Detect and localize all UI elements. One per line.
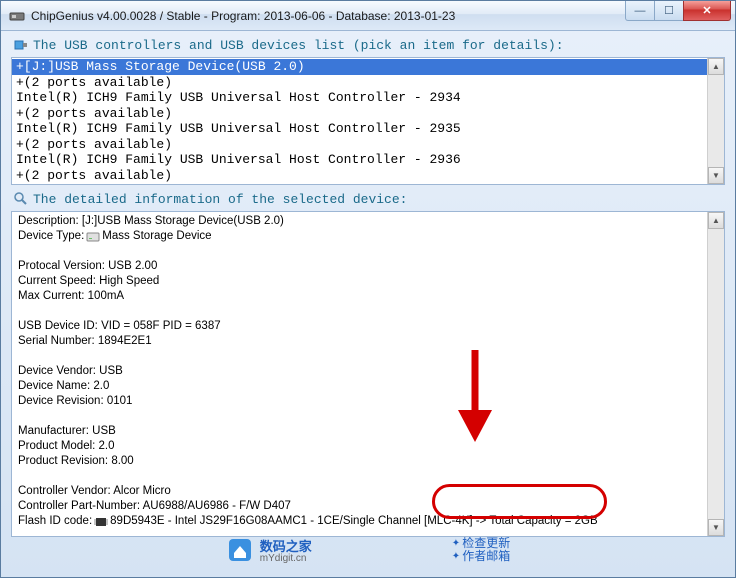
scroll-down-arrow[interactable]: ▼ bbox=[708, 167, 724, 184]
scroll-down-arrow[interactable]: ▼ bbox=[708, 519, 724, 536]
usb-icon bbox=[13, 37, 29, 53]
detail-dev-name: Device Name: 2.0 bbox=[18, 379, 701, 394]
list-scrollbar[interactable]: ▲ ▼ bbox=[707, 58, 724, 184]
detail-ctrl-vendor: Controller Vendor: Alcor Micro bbox=[18, 484, 701, 499]
brand-name-en: mYdigit.cn bbox=[260, 553, 312, 564]
device-list-row[interactable]: +(2 ports available) bbox=[12, 137, 707, 153]
device-list-row[interactable]: +(2 ports available) bbox=[12, 168, 707, 184]
footer-links: ✦ 检查更新 ✦ 作者邮箱 bbox=[452, 537, 510, 563]
detail-section-header: The detailed information of the selected… bbox=[11, 191, 725, 207]
home-icon bbox=[226, 536, 254, 564]
app-icon bbox=[9, 8, 25, 24]
maximize-button[interactable]: ☐ bbox=[654, 1, 684, 21]
list-section-header: The USB controllers and USB devices list… bbox=[11, 37, 725, 53]
close-button[interactable]: ✕ bbox=[683, 1, 731, 21]
detail-ctrl-part: Controller Part-Number: AU6988/AU6986 - … bbox=[18, 499, 701, 514]
detail-max-current: Max Current: 100mA bbox=[18, 289, 701, 304]
sparkle-icon: ✦ bbox=[452, 537, 460, 550]
footer: 数码之家 mYdigit.cn ✦ 检查更新 ✦ 作者邮箱 bbox=[11, 541, 725, 563]
device-list-row[interactable]: +(2 ports available) bbox=[12, 75, 707, 91]
minimize-button[interactable]: — bbox=[625, 1, 655, 21]
device-list-panel: +[J:]USB Mass Storage Device(USB 2.0)+(2… bbox=[11, 57, 725, 185]
scroll-up-arrow[interactable]: ▲ bbox=[708, 212, 724, 229]
device-list-row[interactable]: Intel(R) ICH9 Family USB Universal Host … bbox=[12, 90, 707, 106]
detail-flash-id: Flash ID code: 89D5943E - Intel JS29F16G… bbox=[18, 514, 701, 529]
detail-speed: Current Speed: High Speed bbox=[18, 274, 701, 289]
device-list-row[interactable]: Intel(R) ICH9 Family USB Universal Host … bbox=[12, 183, 707, 185]
detail-usb-id: USB Device ID: VID = 058F PID = 6387 bbox=[18, 319, 701, 334]
detail-product-model: Product Model: 2.0 bbox=[18, 439, 701, 454]
content-area: The USB controllers and USB devices list… bbox=[1, 31, 735, 577]
device-list-row[interactable]: Intel(R) ICH9 Family USB Universal Host … bbox=[12, 152, 707, 168]
detail-header-text: The detailed information of the selected… bbox=[33, 192, 400, 207]
list-header-text: The USB controllers and USB devices list… bbox=[33, 38, 556, 53]
footer-brand[interactable]: 数码之家 mYdigit.cn bbox=[226, 536, 312, 564]
drive-icon bbox=[86, 231, 100, 243]
scroll-up-arrow[interactable]: ▲ bbox=[708, 58, 724, 75]
sparkle-icon: ✦ bbox=[452, 550, 460, 563]
detail-device-type: Device Type: Mass Storage Device bbox=[18, 229, 701, 244]
detail-manufacturer: Manufacturer: USB bbox=[18, 424, 701, 439]
detail-protocol: Protocal Version: USB 2.00 bbox=[18, 259, 701, 274]
detail-scrollbar[interactable]: ▲ ▼ bbox=[707, 212, 724, 536]
app-window: ChipGenius v4.00.0028 / Stable - Program… bbox=[0, 0, 736, 578]
search-icon bbox=[13, 191, 29, 207]
chip-icon bbox=[94, 516, 108, 528]
window-controls: — ☐ ✕ bbox=[626, 1, 731, 21]
device-list-row[interactable]: Intel(R) ICH9 Family USB Universal Host … bbox=[12, 121, 707, 137]
device-detail-text[interactable]: Description: [J:]USB Mass Storage Device… bbox=[12, 212, 707, 537]
device-list[interactable]: +[J:]USB Mass Storage Device(USB 2.0)+(2… bbox=[12, 58, 707, 185]
device-detail-panel: Description: [J:]USB Mass Storage Device… bbox=[11, 211, 725, 537]
detail-description: Description: [J:]USB Mass Storage Device… bbox=[18, 214, 701, 229]
detail-serial: Serial Number: 1894E2E1 bbox=[18, 334, 701, 349]
device-list-row[interactable]: +(2 ports available) bbox=[12, 106, 707, 122]
detail-vendor: Device Vendor: USB bbox=[18, 364, 701, 379]
device-list-row[interactable]: +[J:]USB Mass Storage Device(USB 2.0) bbox=[12, 59, 707, 75]
author-mail-link[interactable]: ✦ 作者邮箱 bbox=[452, 550, 510, 563]
detail-revision: Device Revision: 0101 bbox=[18, 394, 701, 409]
detail-product-revision: Product Revision: 8.00 bbox=[18, 454, 701, 469]
titlebar[interactable]: ChipGenius v4.00.0028 / Stable - Program… bbox=[1, 1, 735, 31]
